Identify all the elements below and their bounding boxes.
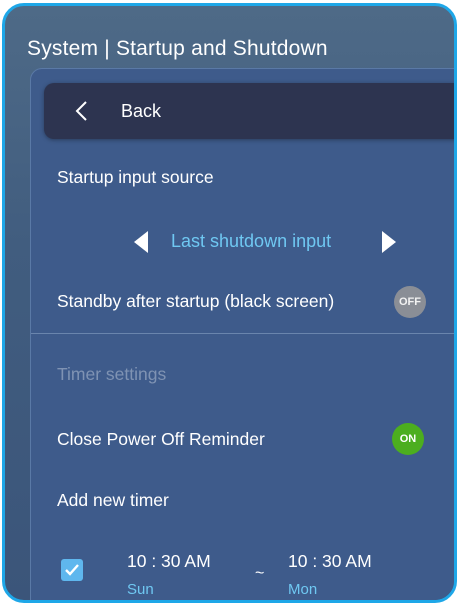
- reminder-toggle[interactable]: ON: [392, 423, 424, 455]
- page-title: System | Startup and Shutdown: [27, 37, 328, 60]
- startup-input-selector: Last shutdown input: [131, 227, 421, 257]
- section-divider: [31, 333, 454, 334]
- arrow-left-icon[interactable]: [131, 229, 151, 255]
- timer-settings-heading: Timer settings: [57, 364, 167, 384]
- timer-checkbox[interactable]: [61, 559, 83, 581]
- startup-input-value: Last shutdown input: [171, 231, 332, 251]
- reminder-label: Close Power Off Reminder: [57, 429, 265, 449]
- back-label: Back: [121, 101, 162, 121]
- back-button[interactable]: Back: [44, 83, 454, 139]
- chevron-left-icon: [75, 101, 87, 121]
- settings-panel: Back Startup input source Last shutdown …: [30, 68, 454, 600]
- arrow-right-icon[interactable]: [379, 229, 399, 255]
- standby-label: Standby after startup (black screen): [57, 291, 335, 311]
- add-timer-button[interactable]: Add new timer: [57, 490, 169, 511]
- standby-toggle[interactable]: OFF: [394, 286, 426, 318]
- timer-separator: ~: [255, 565, 265, 582]
- timer-end-day: Mon: [288, 581, 318, 598]
- timer-start-time[interactable]: 10 : 30 AM: [127, 551, 211, 572]
- startup-input-label: Startup input source: [57, 167, 214, 187]
- timer-start-day: Sun: [127, 581, 154, 598]
- timer-end-time[interactable]: 10 : 30 AM: [288, 551, 372, 572]
- checkmark-icon: [65, 564, 79, 576]
- settings-window: System | Startup and Shutdown Back Start…: [2, 3, 457, 603]
